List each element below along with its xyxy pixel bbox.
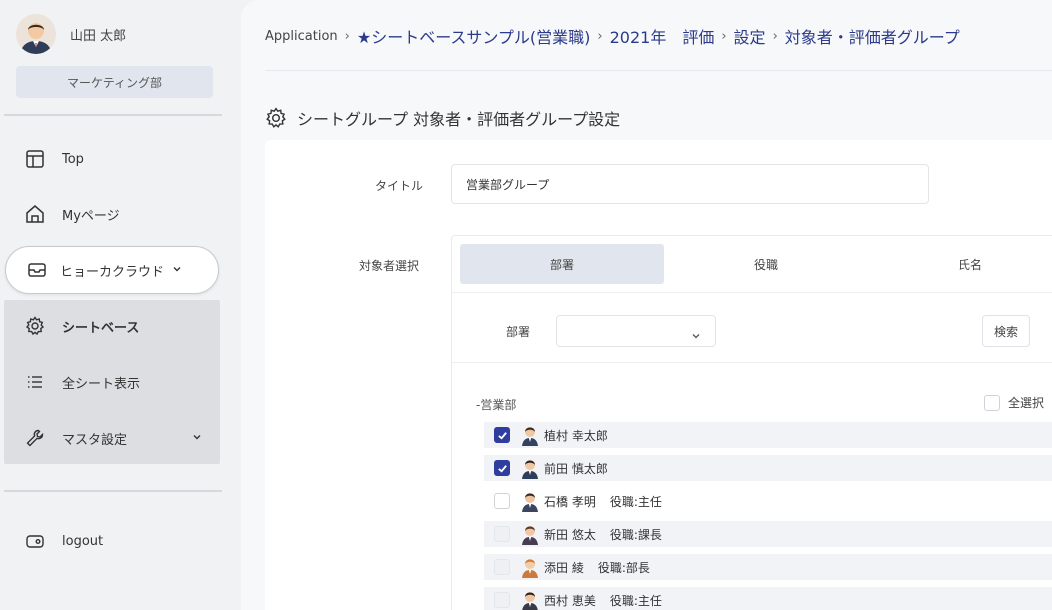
tab-divider <box>452 292 1052 293</box>
breadcrumb-sample[interactable]: ★シートベースサンプル(営業職) <box>357 24 591 48</box>
select-all-checkbox[interactable] <box>984 394 1000 411</box>
wallet-icon <box>24 530 46 552</box>
user-name: 山田 太郎 <box>70 28 127 44</box>
select-all[interactable]: 全選択 <box>984 394 1044 411</box>
target-select-label: 対象者選択 <box>359 259 420 273</box>
main-content: Application › ★シートベースサンプル(営業職) › 2021年 評… <box>241 0 1052 610</box>
person-checkbox <box>494 526 510 542</box>
person-checkbox[interactable] <box>494 493 510 509</box>
tab-department[interactable]: 部署 <box>460 244 664 284</box>
person-icon <box>520 457 540 479</box>
sidebar-divider <box>4 490 222 492</box>
person-icon <box>520 523 540 545</box>
sidebar-item-master[interactable]: マスタ設定 <box>24 424 202 452</box>
breadcrumb-separator: › <box>721 28 727 44</box>
breadcrumb-separator: › <box>344 28 350 44</box>
sidebar-item-label: Myページ <box>62 208 120 224</box>
person-checkbox <box>494 559 510 575</box>
checkmark-icon <box>497 464 507 473</box>
home-icon <box>24 203 46 225</box>
title-label: タイトル <box>375 179 424 193</box>
list-item: 添田 綾役職:部長 <box>484 554 1052 580</box>
person-checkbox[interactable] <box>494 427 510 443</box>
sidebar-item-label: 全シート表示 <box>62 376 141 392</box>
avatar <box>16 14 56 54</box>
list-item[interactable]: 前田 慎太郎 <box>484 455 1052 481</box>
people-list: 植村 幸太郎 前田 慎太郎 石橋 孝明 役職:主任 新田 悠太 役職:課長 添田 綾役職:部… <box>484 422 1052 610</box>
search-button[interactable]: 検索 <box>982 315 1030 347</box>
person-name: 前田 慎太郎 <box>544 461 608 476</box>
sidebar-item-label: ヒョーカクラウド <box>60 264 165 280</box>
list-icon <box>24 371 46 393</box>
form-card: タイトル 営業部グループ 対象者選択 部署 役職 氏名 部署 検索 -営業部 全… <box>265 140 1052 610</box>
breadcrumb-separator: › <box>597 28 603 44</box>
logout-button[interactable]: logout <box>24 527 103 555</box>
page-title: シートグループ 対象者・評価者グループ設定 <box>265 106 620 130</box>
sidebar-item-mypage[interactable]: Myページ <box>24 200 120 228</box>
person-icon <box>520 424 540 446</box>
sidebar-divider <box>4 114 222 116</box>
person-role: 役職:部長 <box>597 560 650 575</box>
breadcrumb-group: 対象者・評価者グループ <box>784 28 960 47</box>
person-role: 役職:主任 <box>609 494 662 509</box>
person-role: 役職:課長 <box>609 527 662 542</box>
list-item[interactable]: 植村 幸太郎 <box>484 422 1052 448</box>
chevron-down-icon <box>192 431 202 446</box>
wrench-icon <box>24 427 46 449</box>
select-all-label: 全選択 <box>1008 396 1045 410</box>
sidebar: 山田 太郎 マーケティング部 Top Myページ ヒョーカクラウド シートベース… <box>0 0 238 610</box>
person-name: 西村 恵美 <box>544 593 596 608</box>
breadcrumb: Application › ★シートベースサンプル(営業職) › 2021年 評… <box>265 24 960 48</box>
chevron-down-icon <box>172 263 182 278</box>
user-profile[interactable]: 山田 太郎 <box>16 14 126 54</box>
filter-divider <box>452 362 1052 363</box>
sidebar-item-label: Top <box>62 151 84 167</box>
department-filter-label: 部署 <box>506 325 531 339</box>
sidebar-item-sheetbase[interactable]: シートベース <box>24 312 139 340</box>
sidebar-item-label: シートベース <box>62 320 140 336</box>
person-name: 添田 綾 <box>544 560 584 575</box>
tab-name[interactable]: 氏名 <box>868 244 1052 284</box>
logout-label: logout <box>62 533 104 549</box>
chevron-down-icon <box>691 326 701 345</box>
department-badge: マーケティング部 <box>16 66 213 98</box>
sidebar-item-viewcloud-content[interactable]: ヒョーカクラウド <box>26 256 182 284</box>
sidebar-item-top[interactable]: Top <box>24 145 84 173</box>
checkmark-icon <box>497 431 507 440</box>
person-icon <box>520 556 540 578</box>
group-label[interactable]: -営業部 <box>476 396 516 413</box>
page-title-text: シートグループ 対象者・評価者グループ設定 <box>297 110 621 129</box>
list-item: 西村 恵美 役職:主任 <box>484 587 1052 610</box>
person-name: 植村 幸太郎 <box>544 428 608 443</box>
tab-position[interactable]: 役職 <box>664 244 868 284</box>
sidebar-item-all-sheets[interactable]: 全シート表示 <box>24 368 140 396</box>
breadcrumb-year[interactable]: 2021年 評価 <box>610 24 715 48</box>
person-name: 石橋 孝明 <box>544 494 596 509</box>
sidebar-item-label: マスタ設定 <box>62 432 128 448</box>
title-input[interactable]: 営業部グループ <box>451 164 929 204</box>
inbox-icon <box>26 259 48 281</box>
gear-icon <box>265 107 287 129</box>
person-role: 役職:主任 <box>609 593 662 608</box>
breadcrumb-separator: › <box>772 28 778 44</box>
breadcrumb-settings[interactable]: 設定 <box>734 24 766 48</box>
header-divider <box>265 70 1052 71</box>
department-select[interactable] <box>556 315 716 347</box>
person-checkbox[interactable] <box>494 460 510 476</box>
breadcrumb-app[interactable]: Application <box>265 29 338 44</box>
layout-icon <box>24 148 46 170</box>
list-item[interactable]: 石橋 孝明 役職:主任 <box>484 488 1052 514</box>
person-name: 新田 悠太 <box>544 527 596 542</box>
person-icon <box>520 490 540 512</box>
list-item: 新田 悠太 役職:課長 <box>484 521 1052 547</box>
person-checkbox <box>494 592 510 608</box>
gear-icon <box>24 315 46 337</box>
target-select-panel: 部署 役職 氏名 部署 検索 -営業部 全選択 植村 幸太郎 前田 慎太郎 石橋 孝… <box>451 235 1052 610</box>
person-icon <box>520 589 540 610</box>
